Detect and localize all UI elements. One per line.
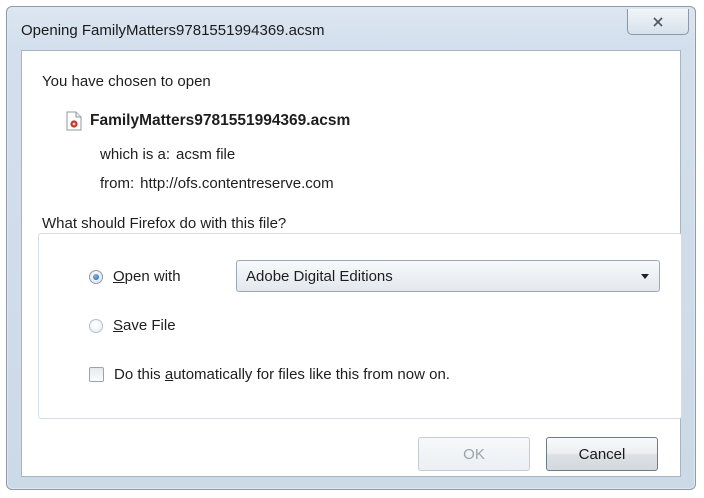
file-type-row: which is a: acsm file <box>100 146 235 163</box>
open-with-radio[interactable] <box>89 269 103 284</box>
file-row: FamilyMatters9781551994369.acsm <box>66 111 350 131</box>
dialog-content: You have chosen to open FamilyMatters978… <box>21 50 682 477</box>
window-title: Opening FamilyMatters9781551994369.acsm <box>21 22 325 39</box>
file-type-value: acsm file <box>176 146 236 163</box>
intro-text: You have chosen to open <box>42 73 211 90</box>
auto-action-checkbox[interactable] <box>89 367 104 382</box>
file-type-label: which is a: <box>100 146 171 163</box>
acsm-file-icon <box>66 111 82 131</box>
open-with-option[interactable]: Open with <box>89 268 181 285</box>
action-group: Open with Adobe Digital Editions Save Fi… <box>38 233 682 419</box>
file-source-label: from: <box>100 175 135 192</box>
file-name: FamilyMatters9781551994369.acsm <box>90 112 351 129</box>
close-icon <box>653 16 663 27</box>
auto-action-option[interactable]: Do this automatically for files like thi… <box>89 366 450 383</box>
auto-action-label[interactable]: Do this automatically for files like thi… <box>114 366 450 383</box>
save-file-option[interactable]: Save File <box>89 317 176 334</box>
action-question: What should Firefox do with this file? <box>42 215 287 232</box>
application-select-value: Adobe Digital Editions <box>246 267 393 285</box>
application-select[interactable]: Adobe Digital Editions <box>236 260 660 292</box>
chevron-down-icon <box>641 274 649 279</box>
ok-button[interactable]: OK <box>418 437 530 471</box>
title-bar[interactable]: Opening FamilyMatters9781551994369.acsm <box>7 7 695 51</box>
close-button[interactable] <box>627 9 689 35</box>
cancel-button[interactable]: Cancel <box>546 437 658 471</box>
file-source-row: from: http://ofs.contentreserve.com <box>100 175 334 192</box>
dialog-window: Opening FamilyMatters9781551994369.acsm … <box>6 6 696 490</box>
save-file-radio[interactable] <box>89 318 103 333</box>
file-source-value: http://ofs.contentreserve.com <box>140 175 334 192</box>
save-file-label[interactable]: Save File <box>113 317 176 334</box>
open-with-label[interactable]: Open with <box>113 268 181 285</box>
